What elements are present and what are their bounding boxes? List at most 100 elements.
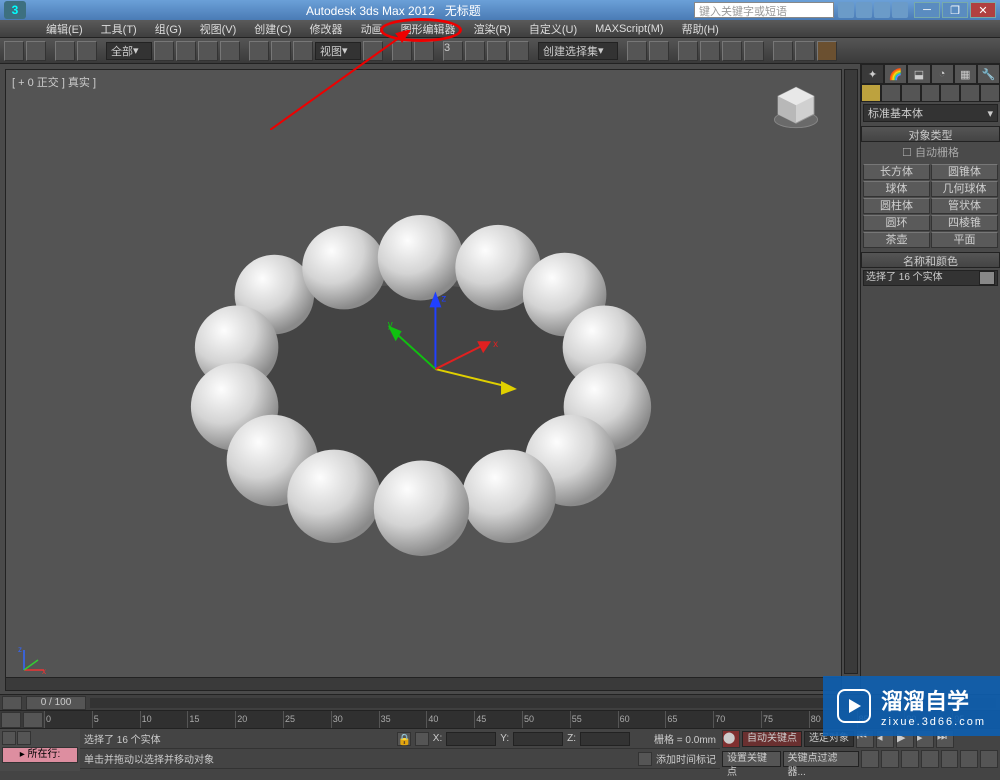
schematic-button[interactable] — [722, 41, 742, 61]
timeconfig-button[interactable] — [861, 750, 879, 768]
subtab-systems[interactable] — [980, 84, 1000, 102]
render-frame-button[interactable] — [795, 41, 815, 61]
select-rect-button[interactable] — [198, 41, 218, 61]
curve-editor-button[interactable] — [700, 41, 720, 61]
menu-tools[interactable]: 工具(T) — [93, 21, 145, 37]
mirror-button[interactable] — [627, 41, 647, 61]
menu-maxscript[interactable]: MAXScript(M) — [587, 23, 671, 35]
manip-button[interactable] — [392, 41, 412, 61]
refcoord-combo[interactable]: 视图 ▾ — [315, 42, 361, 60]
prompt-field[interactable]: ▸ 所在行: — [2, 747, 78, 763]
undo-button[interactable] — [4, 41, 24, 61]
category-dropdown[interactable]: 标准基本体▾ — [863, 104, 998, 122]
script-mini-button[interactable] — [2, 731, 16, 745]
nav-fov-button[interactable] — [921, 750, 939, 768]
menu-group[interactable]: 组(G) — [147, 21, 190, 37]
menu-edit[interactable]: 编辑(E) — [38, 21, 91, 37]
material-editor-button[interactable] — [744, 41, 764, 61]
setkey-big-button[interactable]: ⬤ — [722, 730, 740, 748]
info-icon[interactable] — [838, 2, 854, 18]
perspective-viewport[interactable]: [ + 0 正交 ] 真实 ] — [5, 69, 842, 689]
percent-snap-button[interactable] — [487, 41, 507, 61]
btn-pyramid[interactable]: 四棱锥 — [931, 215, 998, 231]
render-setup-button[interactable] — [773, 41, 793, 61]
rollout-namecolor[interactable]: 名称和颜色 — [861, 252, 1000, 268]
btn-tube[interactable]: 管状体 — [931, 198, 998, 214]
move-button[interactable] — [249, 41, 269, 61]
nav-maximize-button[interactable] — [980, 750, 998, 768]
unlink-button[interactable] — [77, 41, 97, 61]
search-input[interactable]: 键入关键字或短语 — [694, 2, 834, 18]
time-slider-handle[interactable]: 0 / 100 — [26, 696, 86, 710]
close-button[interactable]: ✕ — [970, 2, 996, 18]
subtab-spacewarps[interactable] — [960, 84, 980, 102]
menu-modifiers[interactable]: 修改器 — [302, 21, 351, 37]
x-coord-input[interactable] — [446, 732, 496, 746]
scale-button[interactable] — [293, 41, 313, 61]
minimize-button[interactable]: ─ — [914, 2, 940, 18]
y-coord-input[interactable] — [513, 732, 563, 746]
z-coord-input[interactable] — [580, 732, 630, 746]
setkey-button[interactable]: 设置关键点 — [722, 751, 781, 767]
timesnap-button[interactable] — [2, 696, 22, 710]
menu-views[interactable]: 视图(V) — [192, 21, 245, 37]
menu-rendering[interactable]: 渲染(R) — [466, 21, 519, 37]
snap-button[interactable]: 3 — [443, 41, 463, 61]
menu-animation[interactable]: 动画 — [353, 21, 391, 37]
subtab-helpers[interactable] — [940, 84, 960, 102]
tab-create[interactable]: ✦ — [861, 64, 884, 84]
nav-zoomall-button[interactable] — [901, 750, 919, 768]
menu-grapheditors[interactable]: 图形编辑器 — [393, 21, 464, 37]
spinner-snap-button[interactable] — [509, 41, 529, 61]
abs-rel-button[interactable] — [415, 732, 429, 746]
nav-zoom-button[interactable] — [881, 750, 899, 768]
angle-snap-button[interactable] — [465, 41, 485, 61]
menu-create[interactable]: 创建(C) — [246, 21, 299, 37]
btn-teapot[interactable]: 茶壶 — [863, 232, 930, 248]
app-logo-icon[interactable]: 3 — [4, 1, 26, 19]
help-icon[interactable] — [892, 2, 908, 18]
menu-help[interactable]: 帮助(H) — [674, 21, 727, 37]
viewport-scrollbar-v[interactable] — [844, 69, 858, 674]
subtab-lights[interactable] — [901, 84, 921, 102]
tab-utilities[interactable]: 🔧 — [977, 64, 1000, 84]
named-selset-combo[interactable]: 创建选择集 ▾ — [538, 42, 618, 60]
autokey-button[interactable]: 自动关键点 — [742, 731, 802, 747]
subtab-shapes[interactable] — [881, 84, 901, 102]
keyfilters-button[interactable]: 关键点过滤器... — [783, 751, 859, 767]
link-button[interactable] — [55, 41, 75, 61]
isolate-icon[interactable] — [638, 752, 652, 766]
btn-plane[interactable]: 平面 — [931, 232, 998, 248]
rotate-button[interactable] — [271, 41, 291, 61]
lock-icon[interactable]: 🔒 — [397, 732, 411, 746]
keymode-button[interactable] — [414, 41, 434, 61]
redo-button[interactable] — [26, 41, 46, 61]
trackbar-toggle-button[interactable] — [1, 712, 21, 728]
btn-torus[interactable]: 圆环 — [863, 215, 930, 231]
viewport-scrollbar-h[interactable] — [5, 677, 842, 691]
satellite-icon[interactable] — [874, 2, 890, 18]
btn-geosphere[interactable]: 几何球体 — [931, 181, 998, 197]
object-name-field[interactable]: 选择了 16 个实体 — [863, 270, 998, 286]
star-icon[interactable] — [856, 2, 872, 18]
menu-customize[interactable]: 自定义(U) — [521, 21, 585, 37]
window-crossing-button[interactable] — [220, 41, 240, 61]
btn-box[interactable]: 长方体 — [863, 164, 930, 180]
tab-display[interactable]: ▦ — [954, 64, 977, 84]
rollout-objecttype[interactable]: 对象类型 — [861, 126, 1000, 142]
pivot-button[interactable] — [363, 41, 383, 61]
subtab-geometry[interactable] — [861, 84, 881, 102]
select-button[interactable] — [154, 41, 174, 61]
addtime-label[interactable]: 添加时间标记 — [656, 751, 716, 766]
layers-button[interactable] — [678, 41, 698, 61]
listener-mini-button[interactable] — [17, 731, 31, 745]
render-button[interactable] — [817, 41, 837, 61]
tab-motion[interactable]: ◔ — [931, 64, 954, 84]
trackbar-curve-button[interactable] — [23, 712, 43, 728]
tab-hierarchy[interactable]: ⬓ — [907, 64, 930, 84]
subtab-cameras[interactable] — [921, 84, 941, 102]
object-color-swatch[interactable] — [979, 271, 995, 285]
select-name-button[interactable] — [176, 41, 196, 61]
maximize-button[interactable]: ❐ — [942, 2, 968, 18]
btn-cone[interactable]: 圆锥体 — [931, 164, 998, 180]
